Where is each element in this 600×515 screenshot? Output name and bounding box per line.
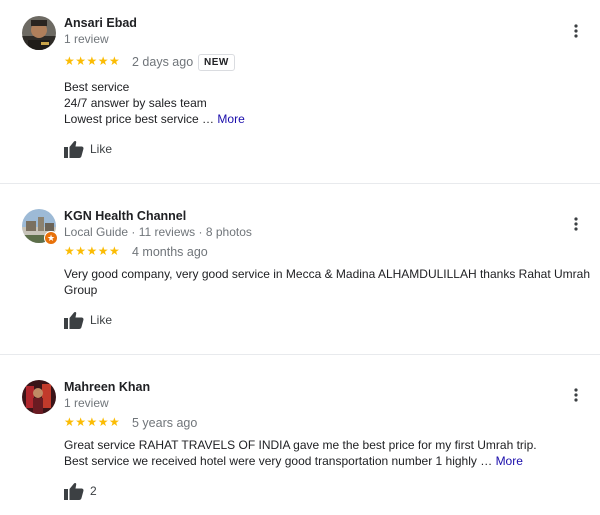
reviewer-meta: Local Guide · 11 reviews · 8 photos [64,225,252,239]
reviewer-meta: 1 review [64,396,109,410]
more-link[interactable]: More [217,112,244,126]
review-text-line: Best service we received hotel were very… [64,454,523,468]
star-rating: ★★★★★ [64,415,121,429]
like-label: Like [90,313,113,327]
divider [0,354,600,355]
review-text-truncated: Lowest price best service … [64,112,215,126]
like-button[interactable]: Like [64,139,112,159]
local-guide-star-icon: ★ [44,231,58,245]
like-count: 2 [90,484,97,498]
reviewer-name[interactable]: Ansari Ebad [64,16,137,30]
divider [0,183,600,184]
reviewer-name[interactable]: Mahreen Khan [64,380,150,394]
star-rating: ★★★★★ [64,244,121,258]
review-text-line: Very good company, very good service in … [64,267,591,281]
more-options-button[interactable] [568,23,584,39]
thumbs-up-icon [64,140,84,158]
more-vert-icon [574,388,578,402]
reviewer-stats: · 11 reviews · 8 photos [128,225,252,239]
review-age: 4 months ago [132,245,208,259]
more-options-button[interactable] [568,216,584,232]
more-vert-icon [574,217,578,231]
more-link[interactable]: More [496,454,523,468]
thumbs-up-icon [64,482,84,500]
reviewer-name[interactable]: KGN Health Channel [64,209,186,223]
review-text-line: Lowest price best service … More [64,112,245,126]
review-age: 5 years ago [132,416,198,430]
more-vert-icon [574,24,578,38]
thumbs-up-icon [64,311,84,329]
local-guide-label: Local Guide [64,225,129,239]
more-options-button[interactable] [568,387,584,403]
review-text-truncated: Best service we received hotel were very… [64,454,493,468]
like-button[interactable]: 2 [64,481,97,501]
star-rating: ★★★★★ [64,54,121,68]
review-text-line: Group [64,283,98,297]
avatar[interactable] [22,380,56,414]
review-text-line: Best service [64,80,130,94]
review-age: 2 days ago [132,55,194,69]
new-badge: NEW [198,54,235,71]
avatar[interactable] [22,16,56,50]
like-button[interactable]: Like [64,310,112,330]
reviewer-meta: 1 review [64,32,109,46]
like-label: Like [90,142,113,156]
review-text-line: 24/7 answer by sales team [64,96,207,110]
review-text-line: Great service RAHAT TRAVELS OF INDIA gav… [64,438,537,452]
